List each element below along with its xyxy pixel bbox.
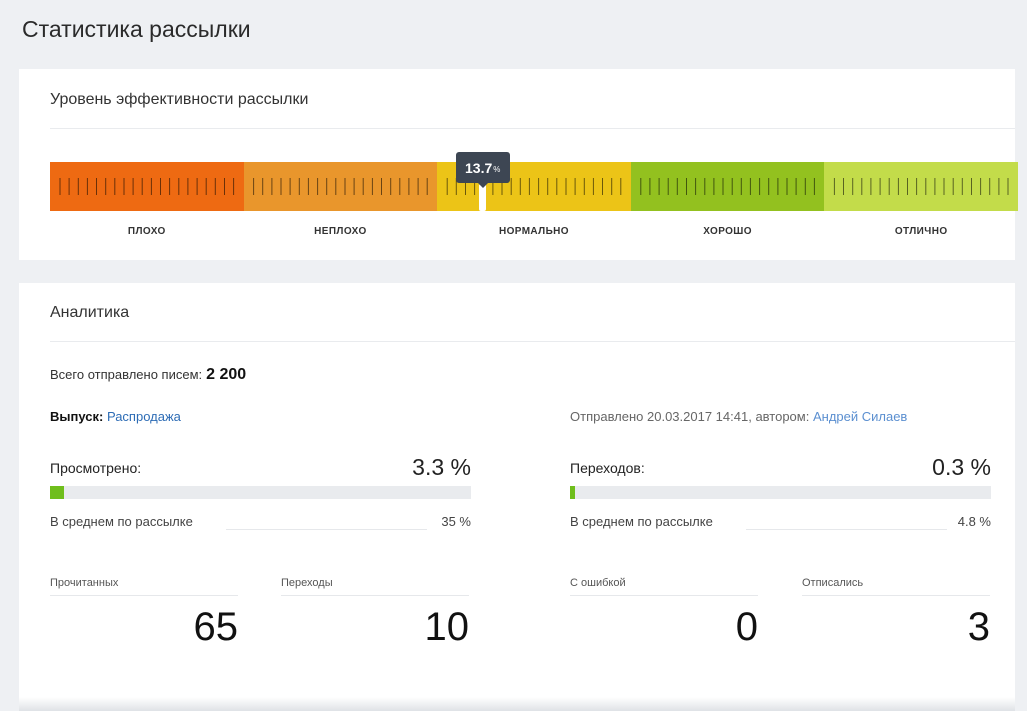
total-sent: Всего отправлено писем: 2 200	[50, 366, 246, 384]
stat-unsubscribed-rule	[802, 595, 990, 596]
efficiency-divider	[50, 128, 1015, 129]
clicks-value: 0.3 %	[932, 454, 991, 480]
viewed-progress-fill	[50, 486, 64, 499]
gauge-segment-bad	[50, 162, 244, 211]
clicks-progress-bar	[570, 486, 991, 499]
stat-clicks-rule	[281, 595, 469, 596]
clicks-progress-fill	[570, 486, 576, 499]
stat-read-label: Прочитанных	[50, 577, 119, 589]
issue-info: Выпуск: Распродажа	[50, 409, 181, 424]
author-link[interactable]: Андрей Силаев	[813, 409, 907, 424]
gauge-label-bad: ПЛОХО	[127, 226, 166, 237]
stat-read-rule	[50, 595, 238, 596]
gauge-value: 13.7	[465, 159, 493, 176]
clicks-average-value: 4.8 %	[957, 514, 991, 529]
stat-unsubscribed-label: Отписались	[802, 577, 864, 589]
total-sent-value: 2 200	[206, 366, 247, 383]
clicks-average: В среднем по рассылке 4.8 %	[570, 514, 991, 530]
stat-clicks: Переходы 10	[281, 577, 469, 650]
viewed-average-label: В среднем по рассылке	[50, 514, 193, 529]
stat-errors-value: 0	[735, 605, 758, 649]
viewed-label: Просмотрено:	[50, 460, 142, 476]
bottom-fade	[19, 697, 1015, 711]
gauge-segment-good	[630, 162, 825, 211]
issue-label: Выпуск:	[50, 409, 104, 424]
sent-info: Отправлено 20.03.2017 14:41, автором: Ан…	[570, 409, 907, 424]
gauge-label-normal: НОРМАЛЬНО	[498, 226, 569, 237]
stat-clicks-value: 10	[424, 605, 470, 649]
gauge-value-unit: %	[493, 165, 501, 174]
efficiency-panel: Уровень эффективности рассылки 13.7% ПЛО…	[19, 69, 1018, 260]
stat-read: Прочитанных 65	[50, 577, 238, 650]
stat-clicks-label: Переходы	[281, 577, 333, 589]
gauge-label-good: ХОРОШО	[703, 226, 752, 237]
efficiency-title: Уровень эффективности рассылки	[50, 91, 309, 108]
analytics-panel: Аналитика Всего отправлено писем: 2 200 В…	[19, 283, 1015, 711]
viewed-average-value: 35 %	[441, 514, 471, 529]
gauge-label-excellent: ОТЛИЧНО	[894, 226, 948, 237]
viewed-progress-bar	[50, 486, 471, 499]
stat-errors: С ошибкой 0	[570, 577, 758, 650]
stat-read-value: 65	[193, 605, 239, 649]
clicks-average-label: В среднем по рассылке	[570, 514, 713, 529]
viewed-metric: Просмотрено: 3.3 % В среднем по рассылке…	[50, 454, 471, 530]
gauge-value-tooltip: 13.7%	[455, 152, 510, 188]
total-sent-label: Всего отправлено писем:	[50, 367, 203, 382]
analytics-divider	[50, 341, 1015, 342]
gauge-marker	[479, 184, 487, 211]
viewed-average-rule	[226, 529, 427, 530]
gauge-label-fair: НЕПЛОХО	[314, 226, 367, 237]
clicks-metric: Переходов: 0.3 % В среднем по рассылке 4…	[570, 454, 991, 530]
issue-link[interactable]: Распродажа	[107, 409, 181, 424]
sent-text: Отправлено 20.03.2017 14:41, автором:	[570, 409, 810, 424]
gauge-labels: ПЛОХО НЕПЛОХО НОРМАЛЬНО ХОРОШО ОТЛИЧНО	[50, 226, 1018, 237]
clicks-label: Переходов:	[570, 460, 645, 476]
analytics-title: Аналитика	[50, 304, 130, 321]
stat-errors-rule	[570, 595, 758, 596]
gauge-segment-excellent	[824, 162, 1018, 211]
page-title: Статистика рассылки	[22, 16, 251, 42]
clicks-average-rule	[746, 529, 947, 530]
stat-unsubscribed-value: 3	[967, 605, 990, 649]
viewed-average: В среднем по рассылке 35 %	[50, 514, 471, 530]
gauge-segment-fair	[243, 162, 438, 211]
viewed-value: 3.3 %	[412, 454, 471, 480]
stat-errors-label: С ошибкой	[570, 577, 626, 589]
efficiency-gauge	[50, 162, 1018, 211]
stat-unsubscribed: Отписались 3	[802, 577, 990, 650]
